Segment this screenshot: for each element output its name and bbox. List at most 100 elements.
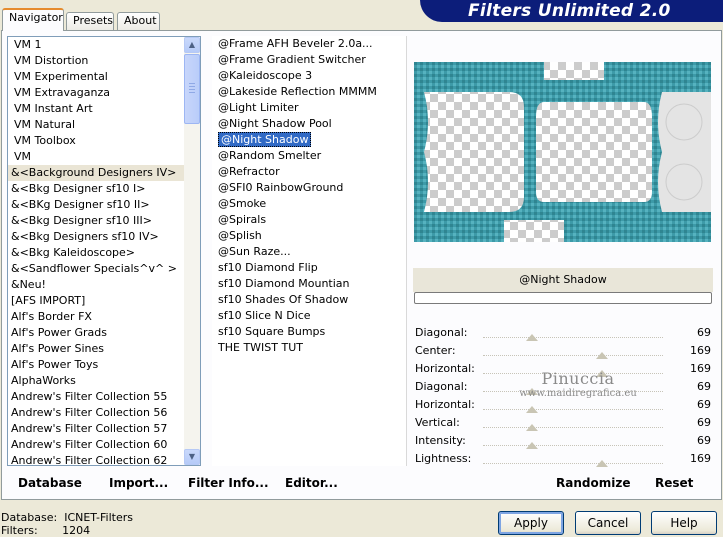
progress-bar: [414, 292, 712, 304]
slider-knob[interactable]: [525, 334, 538, 341]
category-item[interactable]: Alf's Power Sines: [8, 341, 200, 357]
category-item[interactable]: &<Background Designers IV>: [8, 165, 200, 181]
category-item[interactable]: VM Experimental: [8, 69, 200, 85]
category-item[interactable]: VM Extravaganza: [8, 85, 200, 101]
tab-presets[interactable]: Presets: [66, 12, 114, 30]
status-filters-value: 1204: [62, 524, 91, 537]
param-value: 69: [697, 398, 711, 411]
tab-about[interactable]: About: [117, 12, 160, 30]
filter-item-label: @Light Limiter: [218, 101, 299, 114]
filter-item-label: sf10 Square Bumps: [218, 325, 326, 338]
filter-item[interactable]: @Lakeside Reflection MMMM: [212, 84, 406, 100]
param-slider[interactable]: Diagonal: 69: [413, 323, 713, 341]
filter-item[interactable]: @Frame AFH Beveler 2.0a...: [212, 36, 406, 52]
slider-knob[interactable]: [525, 406, 538, 413]
category-item[interactable]: VM 1: [8, 37, 200, 53]
slider-knob[interactable]: [595, 352, 608, 359]
category-item[interactable]: [AFS IMPORT]: [8, 293, 200, 309]
param-slider[interactable]: Intensity: 69: [413, 431, 713, 449]
filter-item[interactable]: sf10 Square Bumps: [212, 324, 406, 340]
category-item[interactable]: Alf's Power Grads: [8, 325, 200, 341]
slider-knob[interactable]: [525, 442, 538, 449]
filter-item[interactable]: @Smoke: [212, 196, 406, 212]
scroll-thumb[interactable]: [184, 54, 200, 124]
filter-item[interactable]: @SFI0 RainbowGround: [212, 180, 406, 196]
category-item[interactable]: VM: [8, 149, 200, 165]
filter-item[interactable]: @Night Shadow Pool: [212, 116, 406, 132]
status-filters: Filters: 1204: [1, 524, 90, 537]
category-item[interactable]: VM Instant Art: [8, 101, 200, 117]
slider-track[interactable]: [483, 445, 663, 446]
filter-item[interactable]: @Night Shadow: [212, 132, 406, 148]
filter-item[interactable]: @Frame Gradient Switcher: [212, 52, 406, 68]
filter-item-label: @Night Shadow Pool: [218, 117, 332, 130]
filter-item[interactable]: sf10 Slice N Dice: [212, 308, 406, 324]
category-item[interactable]: Andrew's Filter Collection 60: [8, 437, 200, 453]
filter-item[interactable]: sf10 Diamond Mountian: [212, 276, 406, 292]
filter-list[interactable]: @Frame AFH Beveler 2.0a... @Frame Gradien…: [212, 36, 407, 466]
filter-item[interactable]: THE TWIST TUT: [212, 340, 406, 356]
filter-item[interactable]: sf10 Shades Of Shadow: [212, 292, 406, 308]
filter-item[interactable]: sf10 Diamond Flip: [212, 260, 406, 276]
param-label: Intensity:: [415, 434, 466, 447]
filter-item[interactable]: @Spirals: [212, 212, 406, 228]
slider-track[interactable]: [483, 355, 663, 356]
filter-item[interactable]: @Splish: [212, 228, 406, 244]
slider-track[interactable]: [483, 409, 663, 410]
category-item[interactable]: &<Bkg Designers sf10 IV>: [8, 229, 200, 245]
category-item[interactable]: Andrew's Filter Collection 55: [8, 389, 200, 405]
category-scrollbar[interactable]: ▲ ▼: [184, 37, 200, 465]
category-item[interactable]: Andrew's Filter Collection 62: [8, 453, 200, 465]
category-item[interactable]: Andrew's Filter Collection 57: [8, 421, 200, 437]
param-slider[interactable]: Lightness: 169: [413, 449, 713, 467]
help-button[interactable]: Help: [651, 511, 717, 535]
slider-track[interactable]: [483, 463, 663, 464]
scroll-down-button[interactable]: ▼: [184, 449, 200, 465]
category-item[interactable]: Andrew's Filter Collection 56: [8, 405, 200, 421]
category-item[interactable]: &<Sandflower Specials^v^ >: [8, 261, 200, 277]
param-label: Horizontal:: [415, 398, 475, 411]
category-item[interactable]: VM Distortion: [8, 53, 200, 69]
status-db-label: Database:: [1, 511, 58, 524]
param-slider[interactable]: Center: 169: [413, 341, 713, 359]
slider-knob[interactable]: [525, 424, 538, 431]
category-item[interactable]: &<Bkg Kaleidoscope>: [8, 245, 200, 261]
category-item[interactable]: &Neu!: [8, 277, 200, 293]
import-button[interactable]: Import...: [109, 476, 168, 490]
filter-info-button[interactable]: Filter Info...: [188, 476, 269, 490]
category-item[interactable]: &<Bkg Designer sf10 I>: [8, 181, 200, 197]
editor-button[interactable]: Editor...: [285, 476, 338, 490]
filter-item-label: @Lakeside Reflection MMMM: [218, 85, 377, 98]
reset-button[interactable]: Reset: [655, 476, 693, 490]
category-list[interactable]: VM 1 VM Distortion VM Experimental VM Extra…: [7, 36, 201, 466]
category-item[interactable]: VM Toolbox: [8, 133, 200, 149]
category-item[interactable]: AlphaWorks: [8, 373, 200, 389]
param-value: 69: [697, 380, 711, 393]
filter-item[interactable]: @Sun Raze...: [212, 244, 406, 260]
watermark-url: www.maidiregrafica.eu: [519, 388, 637, 399]
scroll-up-button[interactable]: ▲: [184, 37, 200, 53]
category-item[interactable]: &<BKg Designer sf10 II>: [8, 197, 200, 213]
randomize-button[interactable]: Randomize: [556, 476, 630, 490]
filter-item[interactable]: @Light Limiter: [212, 100, 406, 116]
category-item[interactable]: &<Bkg Designer sf10 III>: [8, 213, 200, 229]
tab-navigator[interactable]: Navigator: [2, 8, 64, 31]
preview-canvas: [414, 62, 711, 242]
database-button[interactable]: Database: [18, 476, 82, 490]
filter-item-label: sf10 Slice N Dice: [218, 309, 311, 322]
filter-item[interactable]: @Random Smelter: [212, 148, 406, 164]
filter-item[interactable]: @Refractor: [212, 164, 406, 180]
slider-track[interactable]: [483, 427, 663, 428]
category-item[interactable]: Alf's Border FX: [8, 309, 200, 325]
slider-knob[interactable]: [595, 460, 608, 467]
category-item[interactable]: VM Natural: [8, 117, 200, 133]
cancel-button[interactable]: Cancel: [575, 511, 641, 535]
filter-item[interactable]: @Kaleidoscope 3: [212, 68, 406, 84]
slider-track[interactable]: [483, 337, 663, 338]
category-item[interactable]: Alf's Power Toys: [8, 357, 200, 373]
param-label: Diagonal:: [415, 380, 468, 393]
filter-item-label: @SFI0 RainbowGround: [218, 181, 344, 194]
param-slider[interactable]: Vertical: 69: [413, 413, 713, 431]
apply-button[interactable]: Apply: [498, 511, 564, 535]
watermark-name: Pinuccia: [541, 369, 615, 388]
